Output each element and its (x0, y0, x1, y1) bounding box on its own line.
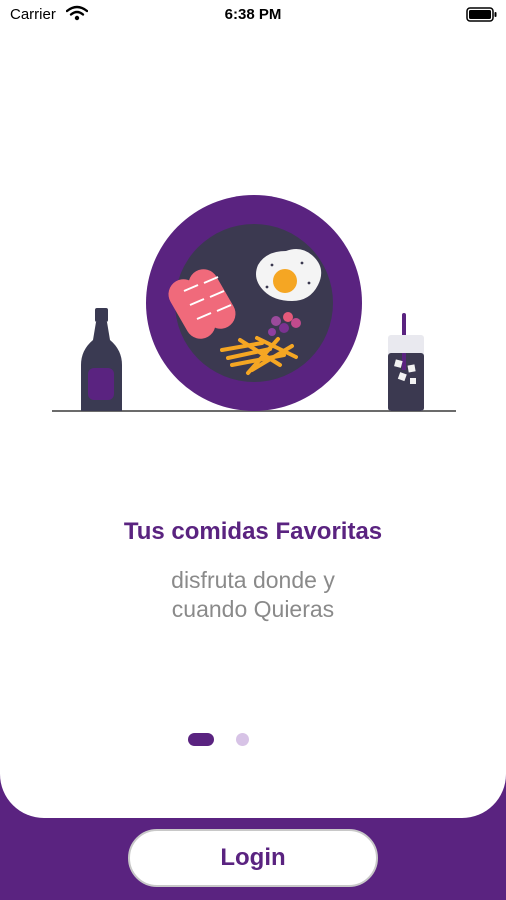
page-dot-inactive[interactable] (236, 733, 249, 746)
subtitle-line-1: disfruta donde y (171, 567, 335, 593)
page-dot-active[interactable] (188, 733, 214, 746)
food-illustration (52, 195, 456, 412)
drink-glass-icon (388, 313, 424, 411)
status-bar: Carrier 6:38 PM (0, 0, 506, 30)
page-indicator (0, 733, 506, 747)
subtitle-line-2: cuando Quieras (171, 596, 335, 622)
login-button[interactable]: Login (128, 829, 378, 887)
onboarding-card: Carrier 6:38 PM Tus comidas Favoritas di… (0, 0, 506, 818)
sauce-bottle-icon (81, 308, 122, 411)
battery-icon (466, 7, 497, 22)
status-time: 6:38 PM (224, 6, 282, 23)
onboarding-title: Tus comidas Favoritas (123, 518, 383, 545)
onboarding-subtitle: disfruta donde y cuando Quieras (0, 566, 506, 624)
